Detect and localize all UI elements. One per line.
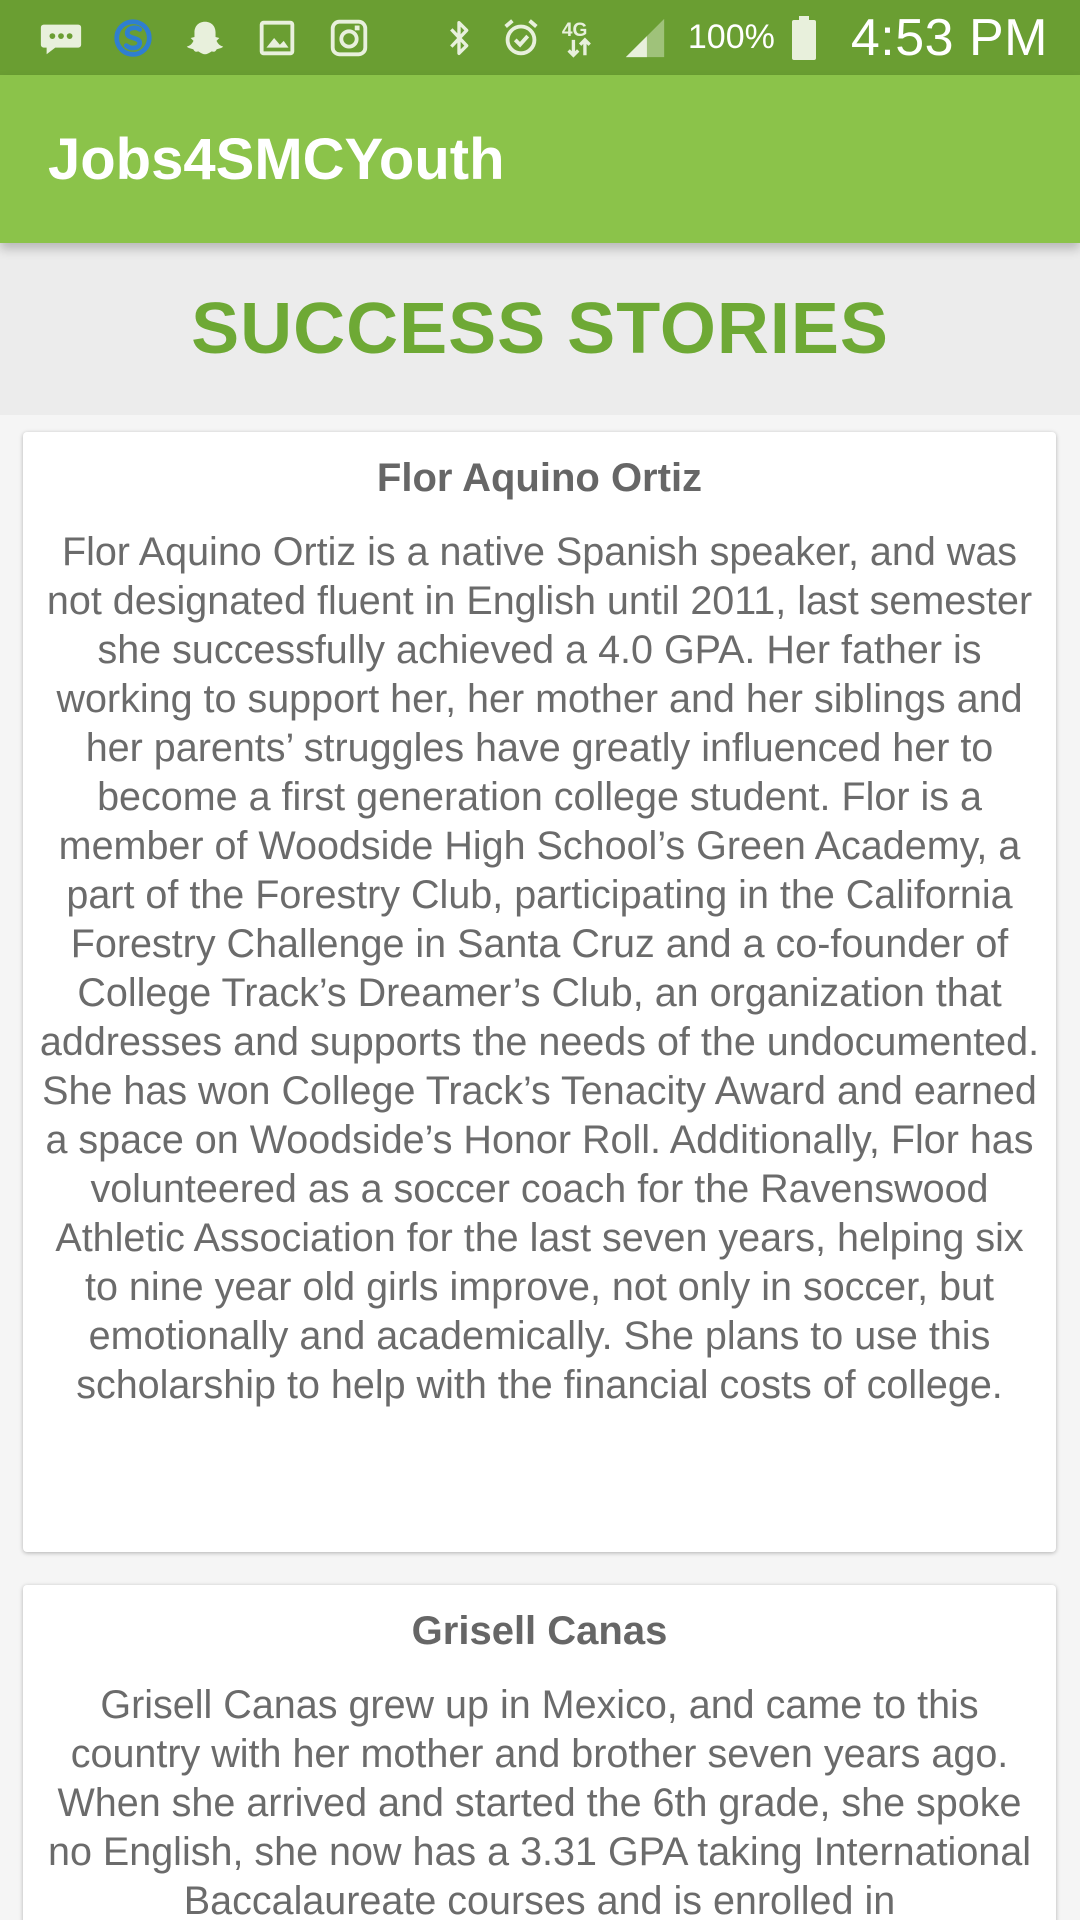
story-name: Grisell Canas xyxy=(411,1609,668,1653)
alarm-icon xyxy=(496,13,546,63)
gallery-icon xyxy=(252,13,302,63)
app-bar: Jobs4SMCYouth xyxy=(0,75,1080,243)
lte-icon: 4G xyxy=(558,13,608,63)
app-title: Jobs4SMCYouth xyxy=(48,126,505,192)
sync-icon xyxy=(108,13,158,63)
page-title: SUCCESS STORIES xyxy=(191,289,889,369)
story-text: Grisell Canas grew up in Mexico, and cam… xyxy=(47,1683,1032,1920)
system-icons: 4G 100% 4:53 PM xyxy=(434,8,1048,68)
battery-icon xyxy=(787,13,821,63)
status-bar: 4G 100% 4:53 PM xyxy=(0,0,1080,75)
stories-list[interactable]: Flor Aquino Ortiz Flor Aquino Ortiz is a… xyxy=(0,415,1080,1920)
signal-icon xyxy=(620,13,670,63)
story-card[interactable]: Grisell Canas Grisell Canas grew up in M… xyxy=(23,1585,1056,1920)
bluetooth-icon xyxy=(434,13,484,63)
svg-text:4G: 4G xyxy=(562,20,588,41)
story-name: Flor Aquino Ortiz xyxy=(376,456,703,500)
page-header: SUCCESS STORIES xyxy=(0,243,1080,415)
battery-percentage: 100% xyxy=(687,18,775,56)
notification-icons xyxy=(36,13,374,63)
story-text: Flor Aquino Ortiz is a native Spanish sp… xyxy=(39,530,1040,1407)
status-clock: 4:53 PM xyxy=(850,8,1048,67)
instagram-icon xyxy=(324,13,374,63)
message-icon xyxy=(36,13,86,63)
snapchat-icon xyxy=(180,13,230,63)
story-card[interactable]: Flor Aquino Ortiz Flor Aquino Ortiz is a… xyxy=(23,432,1056,1552)
